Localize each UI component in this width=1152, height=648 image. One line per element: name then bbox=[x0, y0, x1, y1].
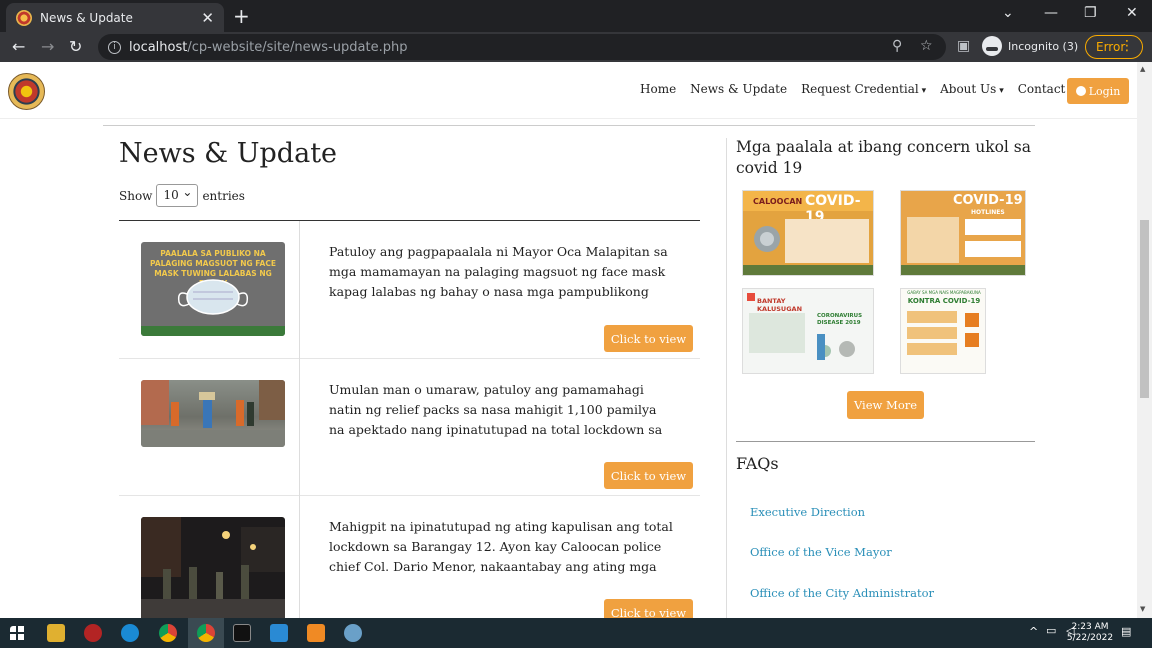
virus-graphic bbox=[743, 219, 873, 275]
vaccine-steps-graphic bbox=[907, 311, 979, 355]
error-button[interactable]: Error ⋮ bbox=[1085, 35, 1143, 59]
xampp-icon[interactable] bbox=[307, 624, 325, 642]
browser-toolbar: ← → ↻ i localhost /cp-website/site/news-… bbox=[0, 32, 1152, 62]
item-divider bbox=[299, 221, 300, 359]
scroll-down-icon[interactable]: ▼ bbox=[1140, 605, 1145, 613]
reload-icon[interactable]: ↻ bbox=[69, 37, 82, 56]
news-thumbnail[interactable] bbox=[141, 517, 285, 618]
url-host: localhost bbox=[129, 39, 188, 55]
view-more-button[interactable]: View More bbox=[847, 391, 924, 419]
faq-title: FAQs bbox=[736, 454, 779, 473]
scroll-thumb[interactable] bbox=[1140, 220, 1149, 398]
terminal-icon[interactable] bbox=[233, 624, 251, 642]
chrome-incognito-icon[interactable] bbox=[197, 624, 215, 642]
health-graphic bbox=[747, 293, 855, 360]
notification-icon[interactable]: ▤ bbox=[1121, 626, 1131, 637]
sidebar-hr bbox=[736, 441, 1035, 442]
news-summary: Umulan man o umaraw, patuloy ang pamamah… bbox=[329, 382, 663, 437]
edge-icon[interactable] bbox=[121, 624, 139, 642]
news-item: Mahigpit na ipinatutupad ng ating kapuli… bbox=[119, 496, 700, 618]
info-icon[interactable]: i bbox=[108, 40, 121, 54]
news-thumbnail[interactable]: PAALALA SA PUBLIKO NA PALAGING MAGSUOT N… bbox=[141, 242, 285, 336]
chrome-icon[interactable] bbox=[159, 624, 177, 642]
site-favicon-icon bbox=[16, 9, 32, 26]
app-icon[interactable] bbox=[84, 624, 102, 642]
tab-title: News & Update bbox=[40, 10, 133, 25]
nav-about-us[interactable]: About Us bbox=[934, 82, 1010, 96]
news-item: PAALALA SA PUBLIKO NA PALAGING MAGSUOT N… bbox=[119, 221, 700, 359]
file-explorer-icon[interactable] bbox=[47, 624, 65, 642]
clock-date: 5/22/2022 bbox=[1066, 633, 1114, 643]
faq-link-city-administrator[interactable]: Office of the City Administrator bbox=[750, 586, 934, 600]
url-path: /cp-website/site/news-update.php bbox=[187, 39, 408, 55]
faq-link-executive-direction[interactable]: Executive Direction bbox=[750, 505, 865, 519]
city-seal-logo[interactable] bbox=[8, 73, 45, 110]
page-scrollbar[interactable]: ▲ ▼ bbox=[1137, 62, 1152, 618]
bookmark-star-icon[interactable]: ☆ bbox=[920, 38, 933, 54]
login-button[interactable]: Login bbox=[1067, 78, 1129, 104]
hotline-graphic bbox=[901, 217, 1025, 275]
nav-home[interactable]: Home bbox=[634, 82, 682, 96]
user-icon bbox=[1075, 86, 1086, 96]
forward-icon[interactable]: → bbox=[41, 37, 54, 56]
nav-news[interactable]: News & Update bbox=[684, 82, 793, 96]
tray-chevron-icon[interactable]: ^ bbox=[1029, 626, 1038, 637]
covid-hotlines-image[interactable]: COVID-19 HOTLINES bbox=[900, 190, 1026, 276]
restore-icon[interactable]: ❐ bbox=[1084, 5, 1097, 21]
click-to-view-button[interactable]: Click to view bbox=[604, 462, 693, 489]
minimize-icon[interactable]: — bbox=[1044, 5, 1058, 21]
show-label: Show bbox=[119, 188, 153, 203]
zoom-icon[interactable]: ⚲ bbox=[892, 38, 902, 54]
bantay-kalusugan-image[interactable]: BANTAY KALUSUGAN CORONAVIRUS DISEASE 201… bbox=[742, 288, 874, 374]
browser-tab-bar: News & Update ✕ + ⌄ — ❐ ✕ bbox=[0, 0, 1152, 32]
close-tab-icon[interactable]: ✕ bbox=[201, 9, 214, 27]
nav-links: Home News & Update Request Credential Ab… bbox=[634, 82, 1093, 96]
covid-info-image[interactable]: CALOOCAN COVID-19 bbox=[742, 190, 874, 276]
clock[interactable]: 2:23 AM 5/22/2022 bbox=[1065, 622, 1115, 644]
os-taskbar: ^ ▭ ◁ 2:23 AM 5/22/2022 ▤ bbox=[0, 618, 1152, 648]
browser-tab[interactable]: News & Update ✕ bbox=[6, 3, 224, 32]
page-title: News & Update bbox=[119, 138, 338, 169]
relief-distribution-photo bbox=[141, 380, 285, 447]
more-menu-icon: ⋮ bbox=[1120, 38, 1134, 54]
scroll-up-icon[interactable]: ▲ bbox=[1140, 65, 1145, 73]
back-icon[interactable]: ← bbox=[12, 37, 25, 56]
item-divider bbox=[299, 359, 300, 496]
app-icon[interactable] bbox=[344, 624, 362, 642]
news-thumbnail[interactable] bbox=[141, 380, 285, 447]
item-divider bbox=[299, 496, 300, 618]
address-bar[interactable]: i localhost /cp-website/site/news-update… bbox=[98, 34, 946, 60]
entries-select[interactable]: 10 bbox=[156, 184, 199, 207]
sidebar-title: Mga paalala at ibang concern ukol sa cov… bbox=[736, 138, 1031, 177]
nav-request-credential[interactable]: Request Credential bbox=[795, 82, 932, 96]
new-tab-icon[interactable]: + bbox=[233, 4, 250, 28]
news-item: Umulan man o umaraw, patuloy ang pamamah… bbox=[119, 359, 700, 496]
kontra-covid-image[interactable]: GABAY SA MGA NAIS MAGPABAKUNA KONTRA COV… bbox=[900, 288, 986, 374]
incognito-label: Incognito (3) bbox=[1008, 39, 1079, 53]
face-mask-icon bbox=[141, 279, 285, 336]
click-to-view-button[interactable]: Click to view bbox=[604, 325, 693, 352]
sidebar-divider bbox=[726, 138, 727, 618]
close-window-icon[interactable]: ✕ bbox=[1126, 5, 1138, 21]
news-summary: Patuloy ang pagpapaalala ni Mayor Oca Ma… bbox=[329, 244, 668, 299]
login-label: Login bbox=[1088, 84, 1121, 98]
clock-time: 2:23 AM bbox=[1071, 622, 1109, 632]
vscode-icon[interactable] bbox=[270, 624, 288, 642]
chevron-down-icon[interactable]: ⌄ bbox=[1002, 5, 1014, 21]
network-icon[interactable]: ▭ bbox=[1046, 625, 1056, 636]
entries-control: Show 10 entries bbox=[119, 184, 245, 207]
faq-link-vice-mayor[interactable]: Office of the Vice Mayor bbox=[750, 545, 892, 559]
entries-value: 10 bbox=[163, 188, 179, 202]
windows-start-icon[interactable] bbox=[10, 626, 28, 644]
page-viewport: Home News & Update Request Credential Ab… bbox=[0, 62, 1137, 618]
site-navbar: Home News & Update Request Credential Ab… bbox=[0, 62, 1137, 119]
incognito-indicator[interactable]: Incognito (3) bbox=[982, 36, 1078, 56]
click-to-view-button[interactable]: Click to view bbox=[604, 599, 693, 618]
entries-label: entries bbox=[202, 188, 245, 203]
police-lockdown-photo bbox=[141, 517, 285, 618]
divider bbox=[103, 125, 1035, 126]
incognito-icon bbox=[982, 36, 1002, 56]
news-summary: Mahigpit na ipinatutupad ng ating kapuli… bbox=[329, 519, 673, 574]
side-panel-icon[interactable]: ▣ bbox=[957, 38, 970, 54]
